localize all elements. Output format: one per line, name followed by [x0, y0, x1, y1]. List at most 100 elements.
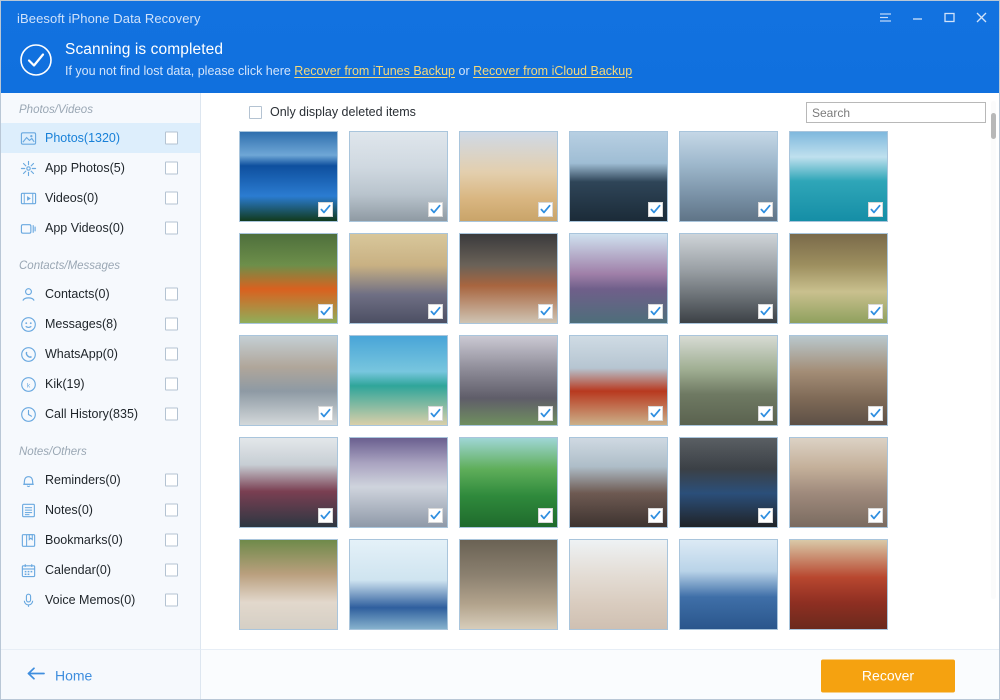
- photo-select-checkbox[interactable]: [318, 202, 333, 217]
- recover-from-itunes-link[interactable]: Recover from iTunes Backup: [294, 64, 455, 78]
- photo-thumbnail[interactable]: [459, 539, 558, 630]
- sidebar-item-checkbox[interactable]: [165, 504, 178, 517]
- photo-select-checkbox[interactable]: [538, 202, 553, 217]
- photo-select-checkbox[interactable]: [538, 304, 553, 319]
- photo-thumbnail[interactable]: [569, 539, 668, 630]
- maximize-icon[interactable]: [942, 10, 957, 25]
- sidebar-item-app-photos[interactable]: App Photos(5): [1, 153, 200, 183]
- photo-select-checkbox[interactable]: [648, 202, 663, 217]
- photo-thumbnail[interactable]: [679, 437, 778, 528]
- photo-thumbnail[interactable]: [789, 539, 888, 630]
- sidebar-item-messages[interactable]: Messages(8): [1, 309, 200, 339]
- photo-thumbnail[interactable]: [789, 131, 888, 222]
- sidebar-item-kik[interactable]: kKik(19): [1, 369, 200, 399]
- sidebar-item-checkbox[interactable]: [165, 534, 178, 547]
- photo-thumbnail[interactable]: [349, 335, 448, 426]
- sidebar-item-checkbox[interactable]: [165, 348, 178, 361]
- sidebar-item-label: Voice Memos(0): [45, 593, 135, 607]
- sidebar-item-checkbox[interactable]: [165, 474, 178, 487]
- gallery-scrollbar-thumb[interactable]: [991, 113, 996, 139]
- sidebar-item-checkbox[interactable]: [165, 162, 178, 175]
- sidebar-item-checkbox[interactable]: [165, 192, 178, 205]
- photo-thumbnail[interactable]: [239, 437, 338, 528]
- sidebar-item-call-history[interactable]: Call History(835): [1, 399, 200, 429]
- photo-thumbnail[interactable]: [789, 233, 888, 324]
- photo-thumbnail[interactable]: [349, 233, 448, 324]
- sidebar-item-whatsapp[interactable]: WhatsApp(0): [1, 339, 200, 369]
- photo-thumbnail[interactable]: [679, 539, 778, 630]
- photo-thumbnail[interactable]: [239, 335, 338, 426]
- sidebar-item-photos[interactable]: Photos(1320): [1, 123, 200, 153]
- photo-select-checkbox[interactable]: [758, 406, 773, 421]
- photo-select-checkbox[interactable]: [868, 304, 883, 319]
- sidebar-item-calendar[interactable]: Calendar(0): [1, 555, 200, 585]
- sidebar-item-bookmarks[interactable]: Bookmarks(0): [1, 525, 200, 555]
- photo-thumbnail[interactable]: [459, 335, 558, 426]
- photo-thumbnail[interactable]: [239, 233, 338, 324]
- photo-thumbnail[interactable]: [789, 437, 888, 528]
- sidebar-item-checkbox[interactable]: [165, 132, 178, 145]
- gallery-scrollbar[interactable]: [991, 101, 996, 599]
- photo-thumbnail[interactable]: [679, 233, 778, 324]
- sidebar-item-app-videos[interactable]: App Videos(0): [1, 213, 200, 243]
- sidebar-item-voice-memos[interactable]: Voice Memos(0): [1, 585, 200, 615]
- photo-thumbnail[interactable]: [349, 437, 448, 528]
- photo-select-checkbox[interactable]: [428, 508, 443, 523]
- photo-select-checkbox[interactable]: [648, 304, 663, 319]
- only-deleted-checkbox[interactable]: Only display deleted items: [249, 105, 416, 119]
- svg-text:k: k: [26, 382, 30, 389]
- minimize-icon[interactable]: [910, 10, 925, 25]
- sidebar-item-reminders[interactable]: Reminders(0): [1, 465, 200, 495]
- photo-thumbnail-image: [460, 540, 557, 629]
- menu-icon[interactable]: [878, 10, 893, 25]
- sidebar-item-notes[interactable]: Notes(0): [1, 495, 200, 525]
- photo-thumbnail[interactable]: [679, 335, 778, 426]
- recover-from-icloud-link[interactable]: Recover from iCloud Backup: [473, 64, 632, 78]
- photo-thumbnail[interactable]: [349, 131, 448, 222]
- photo-thumbnail[interactable]: [569, 131, 668, 222]
- photo-select-checkbox[interactable]: [318, 508, 333, 523]
- photo-select-checkbox[interactable]: [318, 304, 333, 319]
- photo-select-checkbox[interactable]: [318, 406, 333, 421]
- photo-select-checkbox[interactable]: [428, 304, 443, 319]
- sidebar-item-contacts[interactable]: Contacts(0): [1, 279, 200, 309]
- photo-select-checkbox[interactable]: [758, 202, 773, 217]
- photo-select-checkbox[interactable]: [868, 202, 883, 217]
- search-input[interactable]: [806, 102, 986, 123]
- photo-select-checkbox[interactable]: [648, 508, 663, 523]
- photo-thumbnail[interactable]: [569, 437, 668, 528]
- photo-select-checkbox[interactable]: [648, 406, 663, 421]
- photo-thumbnail[interactable]: [569, 335, 668, 426]
- photo-select-checkbox[interactable]: [868, 406, 883, 421]
- photo-select-checkbox[interactable]: [428, 406, 443, 421]
- sidebar-item-label: Messages(8): [45, 317, 117, 331]
- photo-select-checkbox[interactable]: [758, 508, 773, 523]
- close-icon[interactable]: [974, 10, 989, 25]
- photo-select-checkbox[interactable]: [428, 202, 443, 217]
- sidebar-item-videos[interactable]: Videos(0): [1, 183, 200, 213]
- video-icon: [19, 189, 37, 207]
- photo-thumbnail[interactable]: [679, 131, 778, 222]
- sidebar-item-checkbox[interactable]: [165, 378, 178, 391]
- photo-thumbnail[interactable]: [569, 233, 668, 324]
- sidebar-item-checkbox[interactable]: [165, 288, 178, 301]
- photo-thumbnail[interactable]: [459, 233, 558, 324]
- recover-button[interactable]: Recover: [821, 659, 955, 692]
- sidebar-item-checkbox[interactable]: [165, 564, 178, 577]
- photo-select-checkbox[interactable]: [758, 304, 773, 319]
- photo-thumbnail[interactable]: [459, 131, 558, 222]
- sidebar-item-checkbox[interactable]: [165, 222, 178, 235]
- photo-thumbnail[interactable]: [349, 539, 448, 630]
- photo-thumbnail[interactable]: [239, 539, 338, 630]
- photo-select-checkbox[interactable]: [538, 406, 553, 421]
- photo-select-checkbox[interactable]: [538, 508, 553, 523]
- sidebar-item-checkbox[interactable]: [165, 594, 178, 607]
- photo-thumbnail[interactable]: [789, 335, 888, 426]
- only-deleted-checkbox-box[interactable]: [249, 106, 262, 119]
- photo-select-checkbox[interactable]: [868, 508, 883, 523]
- photo-thumbnail[interactable]: [239, 131, 338, 222]
- home-button[interactable]: Home: [27, 666, 92, 685]
- sidebar-item-checkbox[interactable]: [165, 318, 178, 331]
- sidebar-item-checkbox[interactable]: [165, 408, 178, 421]
- photo-thumbnail[interactable]: [459, 437, 558, 528]
